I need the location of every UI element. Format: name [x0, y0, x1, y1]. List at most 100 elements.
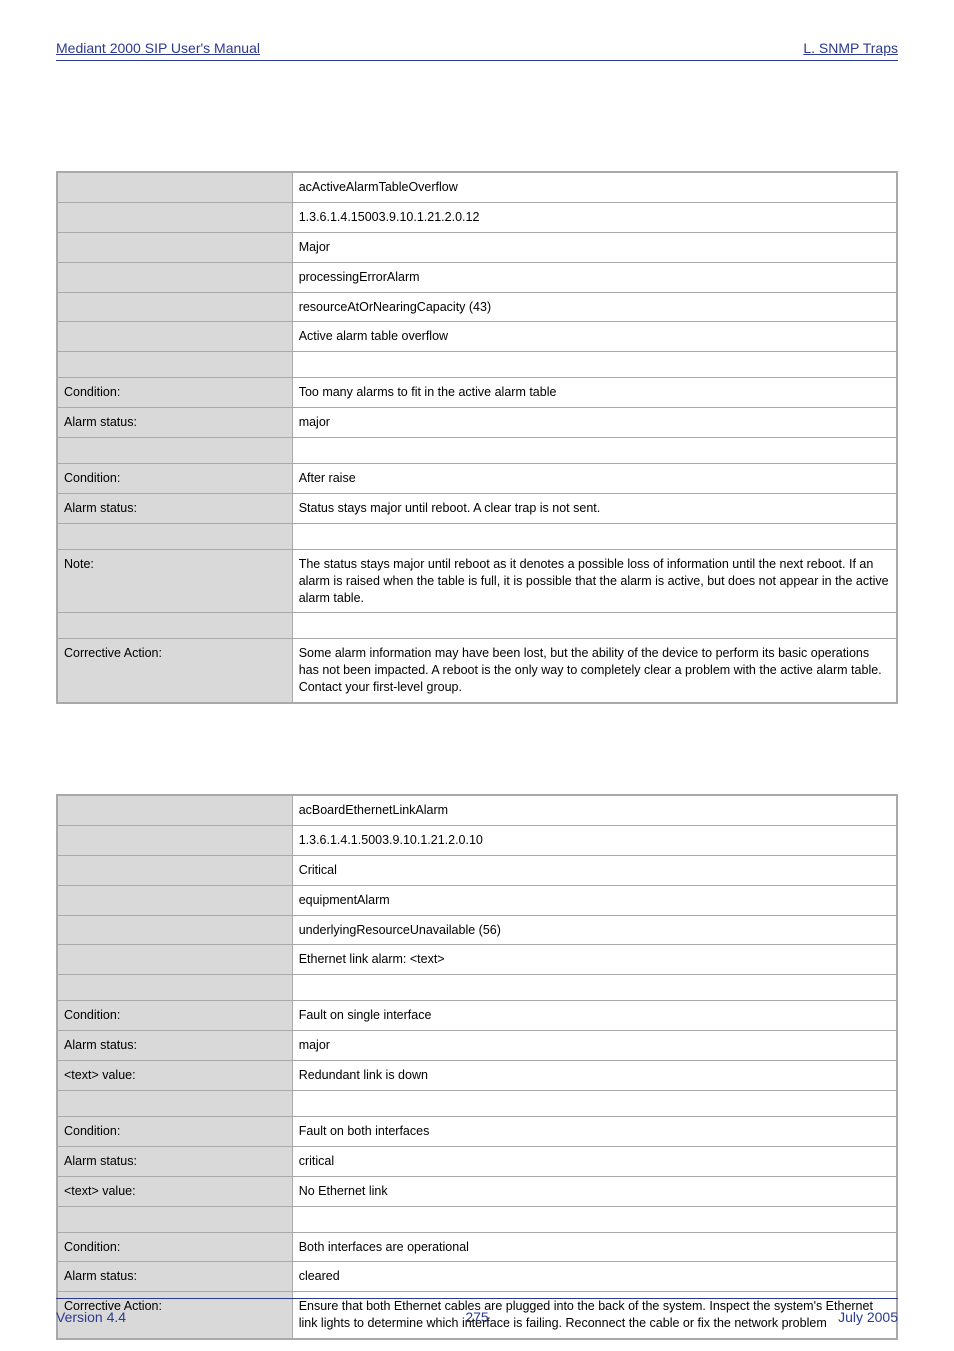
row-value: Ethernet link alarm: <text> — [292, 945, 897, 975]
table-row: Active alarm table overflow — [57, 322, 897, 352]
row-label: Alarm status: — [57, 408, 292, 438]
row-value: major — [292, 408, 897, 438]
row-value — [292, 1206, 897, 1232]
row-value — [292, 438, 897, 464]
table-row: 1.3.6.1.4.15003.9.10.1.21.2.0.12 — [57, 202, 897, 232]
table-row: Alarm status:critical — [57, 1146, 897, 1176]
row-label: Alarm status: — [57, 1031, 292, 1061]
page-header: Mediant 2000 SIP User's Manual L. SNMP T… — [56, 40, 898, 61]
footer-date: July 2005 — [838, 1309, 898, 1325]
row-label — [57, 202, 292, 232]
row-label: Alarm status: — [57, 1146, 292, 1176]
table-row: Critical — [57, 855, 897, 885]
row-label — [57, 262, 292, 292]
row-label: <text> value: — [57, 1061, 292, 1091]
row-label — [57, 945, 292, 975]
row-label: Condition: — [57, 1116, 292, 1146]
row-value: Some alarm information may have been los… — [292, 639, 897, 703]
table-row: Alarm status:major — [57, 1031, 897, 1061]
row-label — [57, 292, 292, 322]
header-left: Mediant 2000 SIP User's Manual — [56, 40, 260, 56]
table-row: Alarm status:Status stays major until re… — [57, 493, 897, 523]
row-label: <text> value: — [57, 1176, 292, 1206]
row-value: critical — [292, 1146, 897, 1176]
footer-page-number: 275 — [465, 1309, 488, 1325]
row-label — [57, 613, 292, 639]
row-label — [57, 1090, 292, 1116]
row-label: Condition: — [57, 1001, 292, 1031]
row-label — [57, 975, 292, 1001]
row-label — [57, 322, 292, 352]
table-row: Note:The status stays major until reboot… — [57, 549, 897, 613]
table-row — [57, 975, 897, 1001]
row-label — [57, 232, 292, 262]
row-value: 1.3.6.1.4.1.5003.9.10.1.21.2.0.10 — [292, 825, 897, 855]
table-row: resourceAtOrNearingCapacity (43) — [57, 292, 897, 322]
header-right: L. SNMP Traps — [803, 40, 898, 56]
row-label — [57, 523, 292, 549]
table-row: acBoardEthernetLinkAlarm — [57, 795, 897, 825]
table-row: processingErrorAlarm — [57, 262, 897, 292]
table-row — [57, 523, 897, 549]
table-row — [57, 1090, 897, 1116]
table-row: Major — [57, 232, 897, 262]
row-value: equipmentAlarm — [292, 885, 897, 915]
row-value: Too many alarms to fit in the active ala… — [292, 378, 897, 408]
table-row: Condition:Fault on single interface — [57, 1001, 897, 1031]
table-row: Alarm status:cleared — [57, 1262, 897, 1292]
alarm-table-overflow: acActiveAlarmTableOverflow1.3.6.1.4.1500… — [56, 171, 898, 704]
row-value — [292, 1090, 897, 1116]
row-label — [57, 915, 292, 945]
row-value — [292, 975, 897, 1001]
row-value: processingErrorAlarm — [292, 262, 897, 292]
table-row: <text> value:Redundant link is down — [57, 1061, 897, 1091]
table-row — [57, 438, 897, 464]
table-row: <text> value:No Ethernet link — [57, 1176, 897, 1206]
row-label: Note: — [57, 549, 292, 613]
table-row: Condition:After raise — [57, 464, 897, 494]
table-row: 1.3.6.1.4.1.5003.9.10.1.21.2.0.10 — [57, 825, 897, 855]
row-label — [57, 438, 292, 464]
row-label: Alarm status: — [57, 493, 292, 523]
table-row — [57, 613, 897, 639]
row-label: Alarm status: — [57, 1262, 292, 1292]
row-value: Status stays major until reboot. A clear… — [292, 493, 897, 523]
row-value: 1.3.6.1.4.15003.9.10.1.21.2.0.12 — [292, 202, 897, 232]
row-label: Condition: — [57, 378, 292, 408]
table-row — [57, 352, 897, 378]
row-value: Major — [292, 232, 897, 262]
row-label — [57, 1206, 292, 1232]
row-value: Critical — [292, 855, 897, 885]
alarm-table-ethernet: acBoardEthernetLinkAlarm1.3.6.1.4.1.5003… — [56, 794, 898, 1340]
row-label — [57, 885, 292, 915]
row-value: No Ethernet link — [292, 1176, 897, 1206]
table-row: Alarm status:major — [57, 408, 897, 438]
row-value: Both interfaces are operational — [292, 1232, 897, 1262]
footer-version: Version 4.4 — [56, 1309, 126, 1325]
row-label — [57, 795, 292, 825]
table-row: Condition:Too many alarms to fit in the … — [57, 378, 897, 408]
row-label — [57, 825, 292, 855]
row-label — [57, 855, 292, 885]
row-value: cleared — [292, 1262, 897, 1292]
row-value — [292, 352, 897, 378]
row-label: Condition: — [57, 1232, 292, 1262]
row-value — [292, 613, 897, 639]
table-row: underlyingResourceUnavailable (56) — [57, 915, 897, 945]
row-value: Redundant link is down — [292, 1061, 897, 1091]
row-value: After raise — [292, 464, 897, 494]
row-label: Corrective Action: — [57, 639, 292, 703]
row-value: The status stays major until reboot as i… — [292, 549, 897, 613]
table-row: Condition:Fault on both interfaces — [57, 1116, 897, 1146]
row-value: Fault on both interfaces — [292, 1116, 897, 1146]
row-value — [292, 523, 897, 549]
table-row: Condition:Both interfaces are operationa… — [57, 1232, 897, 1262]
table-row — [57, 1206, 897, 1232]
row-value: major — [292, 1031, 897, 1061]
table-row: Corrective Action:Some alarm information… — [57, 639, 897, 703]
table-row: acActiveAlarmTableOverflow — [57, 172, 897, 202]
row-label — [57, 352, 292, 378]
page-footer: Version 4.4 275 July 2005 — [56, 1298, 898, 1325]
row-label: Condition: — [57, 464, 292, 494]
row-value: acActiveAlarmTableOverflow — [292, 172, 897, 202]
